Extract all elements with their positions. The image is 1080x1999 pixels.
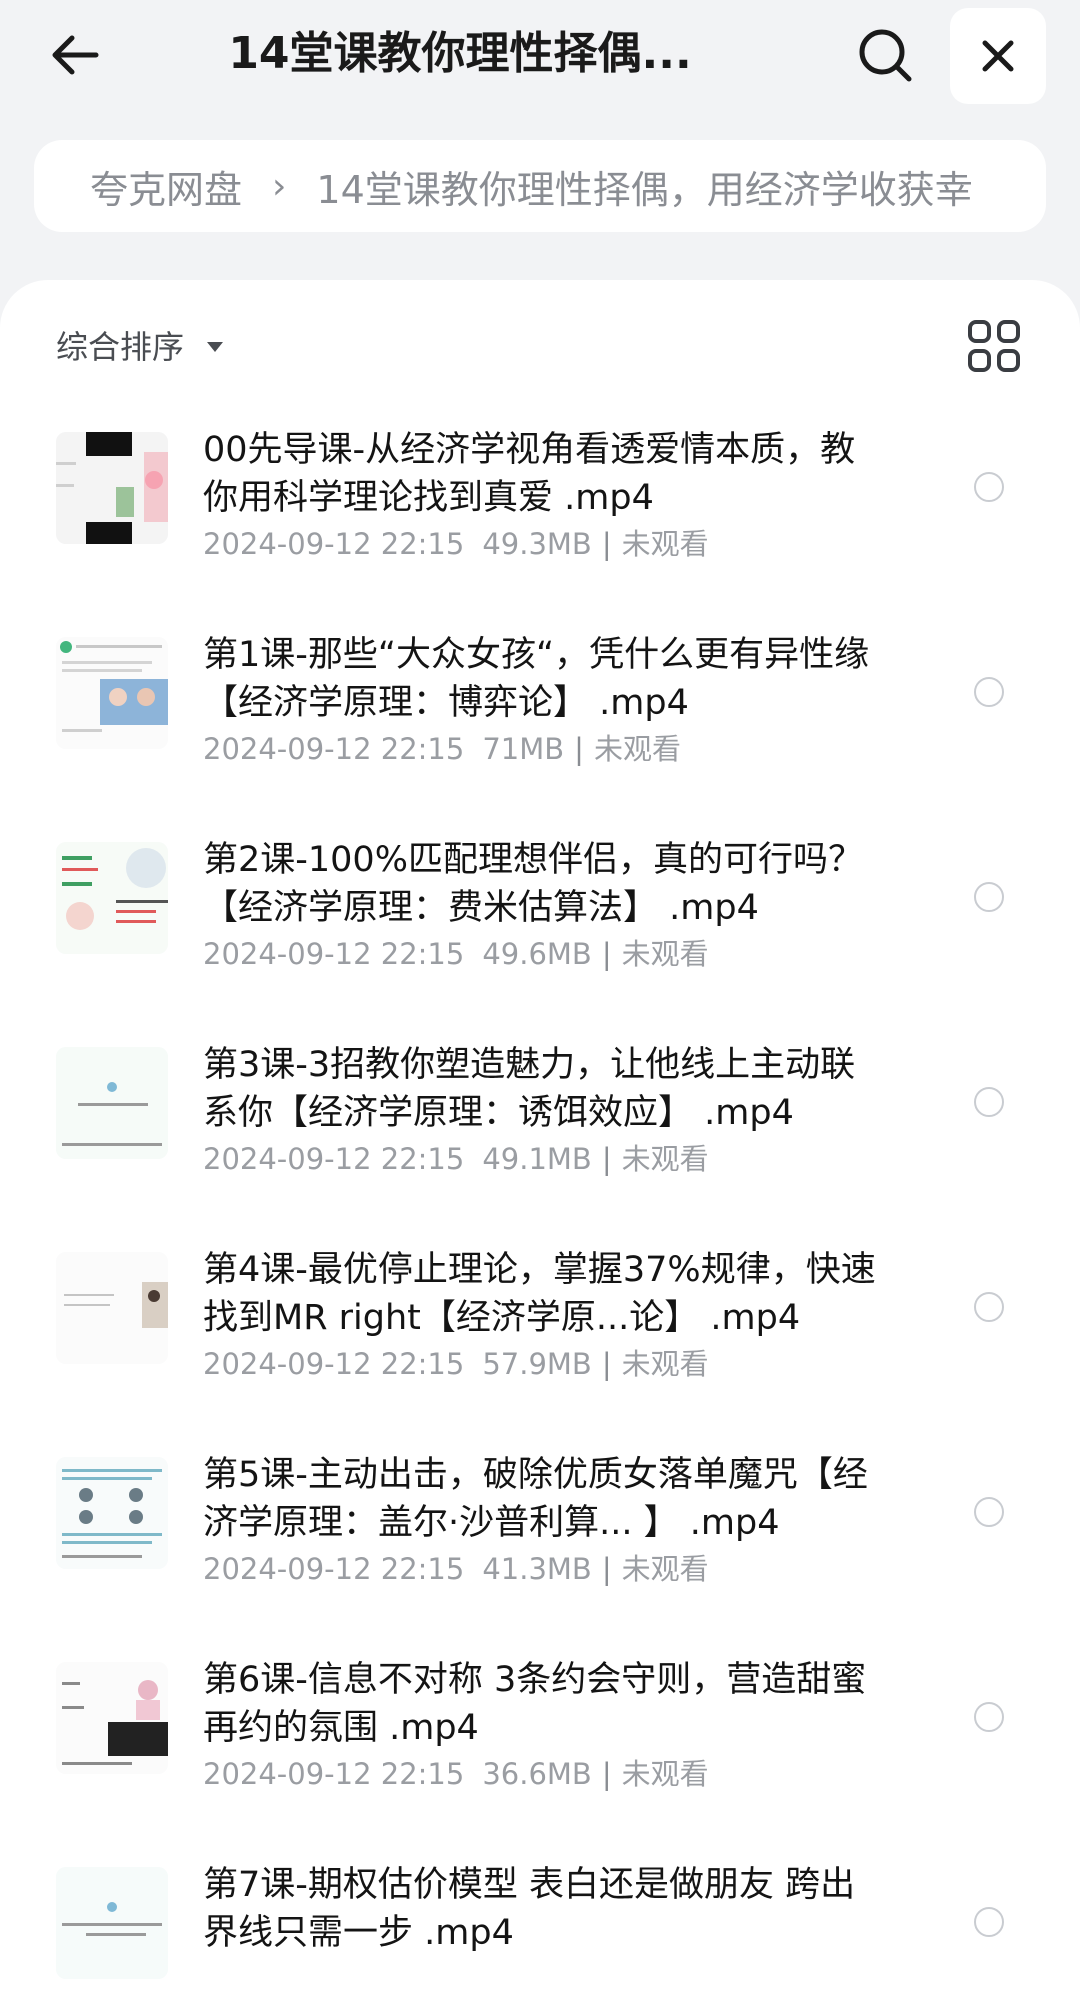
file-name: 第6课-信息不对称 3条约会守则，营造甜蜜再约的氛围 .mp4 [203,1660,867,1748]
file-meta: 2024-09-12 22:15 49.1MB | 未观看 [203,1139,883,1179]
file-size: 41.3MB [482,1552,592,1586]
close-button[interactable] [950,8,1046,104]
watch-status: 未观看 [621,527,709,561]
meta-divider: | [601,1142,612,1176]
search-button[interactable] [850,20,920,90]
file-date: 2024-09-12 22:15 [203,1757,465,1791]
select-radio[interactable] [974,1497,1004,1527]
file-name: 第2课-100%匹配理想伴侣，真的可行吗？【经济学原理：费米估算法】 .mp4 [203,840,863,928]
select-radio[interactable] [974,472,1004,502]
file-meta: 2024-09-12 22:15 49.6MB | 未观看 [203,934,883,974]
meta-divider: | [601,527,612,561]
file-meta: 2024-09-12 22:15 36.6MB | 未观看 [203,1754,883,1794]
file-meta: 2024-09-12 22:15 71MB | 未观看 [203,729,883,769]
file-meta: 2024-09-12 22:15 41.3MB | 未观看 [203,1549,883,1589]
meta-divider: | [601,1552,612,1586]
grid-view-button[interactable] [966,318,1022,374]
meta-divider: | [601,1757,612,1791]
file-row[interactable]: 第7课-期权估价模型 表白还是做朋友 跨出界线只需一步 .mp4 [0,1865,1080,1999]
file-size: 49.1MB [482,1142,592,1176]
select-radio[interactable] [974,1292,1004,1322]
breadcrumb-separator: › [272,165,287,207]
search-icon [859,29,912,82]
file-name: 第7课-期权估价模型 表白还是做朋友 跨出界线只需一步 .mp4 [203,1865,856,1953]
meta-divider: | [601,1347,612,1381]
video-thumbnail [56,1867,168,1979]
file-date: 2024-09-12 22:15 [203,1142,465,1176]
back-button[interactable] [40,20,110,90]
file-row[interactable]: 第3课-3招教你塑造魅力，让他线上主动联系你【经济学原理：诱饵效应】 .mp4 … [0,1045,1080,1250]
meta-divider: | [601,937,612,971]
file-panel: 综合排序 00先导课-从经济学视角看透爱情本质，教你用科学理论找到真爱 .mp4… [0,280,1080,1999]
breadcrumb: 夸克网盘 › 14堂课教你理性择偶，用经济学收获幸 [34,140,1046,232]
file-row[interactable]: 第5课-主动出击，破除优质女落单魔咒【经济学原理：盖尔·沙普利算... 】 .m… [0,1455,1080,1660]
top-bar: 14堂课教你理性择偶... [0,0,1080,110]
watch-status: 未观看 [621,1347,709,1381]
video-thumbnail [56,1662,168,1774]
watch-status: 未观看 [593,732,681,766]
sort-dropdown[interactable]: 综合排序 [56,320,224,370]
file-name: 第1课-那些“大众女孩“，凭什么更有异性缘【经济学原理：博弈论】 .mp4 [203,635,870,723]
close-icon [982,40,1014,72]
file-size: 49.3MB [482,527,592,561]
file-name: 00先导课-从经济学视角看透爱情本质，教你用科学理论找到真爱 .mp4 [203,430,856,518]
file-list: 00先导课-从经济学视角看透爱情本质，教你用科学理论找到真爱 .mp4 2024… [0,430,1080,1999]
watch-status: 未观看 [621,1757,709,1791]
select-radio[interactable] [974,1907,1004,1937]
file-row[interactable]: 00先导课-从经济学视角看透爱情本质，教你用科学理论找到真爱 .mp4 2024… [0,430,1080,635]
file-name: 第5课-主动出击，破除优质女落单魔咒【经济学原理：盖尔·沙普利算... 】 .m… [203,1455,868,1543]
file-date: 2024-09-12 22:15 [203,732,465,766]
app-page: 14堂课教你理性择偶... 夸克网盘 › 14堂课教你理性择偶，用经济学收获幸 … [0,0,1080,1999]
select-radio[interactable] [974,1702,1004,1732]
select-radio[interactable] [974,882,1004,912]
file-size: 57.9MB [482,1347,592,1381]
video-thumbnail [56,1457,168,1569]
watch-status: 未观看 [621,1142,709,1176]
video-thumbnail [56,432,168,544]
page-title: 14堂课教你理性择偶... [228,28,692,79]
grid-view-icon [968,320,1020,372]
file-date: 2024-09-12 22:15 [203,527,465,561]
file-meta: 2024-09-12 22:15 57.9MB | 未观看 [203,1344,883,1384]
breadcrumb-root[interactable]: 夸克网盘 [90,159,242,214]
file-meta: 2024-09-12 22:15 49.3MB | 未观看 [203,524,883,564]
file-size: 49.6MB [482,937,592,971]
select-radio[interactable] [974,1087,1004,1117]
video-thumbnail [56,637,168,749]
breadcrumb-current: 14堂课教你理性择偶，用经济学收获幸 [316,167,973,212]
select-radio[interactable] [974,677,1004,707]
file-name: 第4课-最优停止理论，掌握37%规律，快速找到MR right【经济学原...论… [203,1250,876,1338]
file-name: 第3课-3招教你塑造魅力，让他线上主动联系你【经济学原理：诱饵效应】 .mp4 [203,1045,856,1133]
file-row[interactable]: 第1课-那些“大众女孩“，凭什么更有异性缘【经济学原理：博弈论】 .mp4 20… [0,635,1080,840]
sort-label: 综合排序 [56,328,185,366]
meta-divider: | [574,732,584,766]
file-size: 36.6MB [482,1757,592,1791]
file-size: 71MB [482,732,565,766]
file-date: 2024-09-12 22:15 [203,1552,465,1586]
watch-status: 未观看 [621,937,709,971]
file-date: 2024-09-12 22:15 [203,937,465,971]
watch-status: 未观看 [621,1552,709,1586]
caret-down-icon [207,342,224,352]
file-row[interactable]: 第2课-100%匹配理想伴侣，真的可行吗？【经济学原理：费米估算法】 .mp4 … [0,840,1080,1045]
file-row[interactable]: 第4课-最优停止理论，掌握37%规律，快速找到MR right【经济学原...论… [0,1250,1080,1455]
arrow-left-icon [52,35,99,75]
video-thumbnail [56,842,168,954]
video-thumbnail [56,1047,168,1159]
file-date: 2024-09-12 22:15 [203,1347,465,1381]
file-row[interactable]: 第6课-信息不对称 3条约会守则，营造甜蜜再约的氛围 .mp4 2024-09-… [0,1660,1080,1865]
video-thumbnail [56,1252,168,1364]
